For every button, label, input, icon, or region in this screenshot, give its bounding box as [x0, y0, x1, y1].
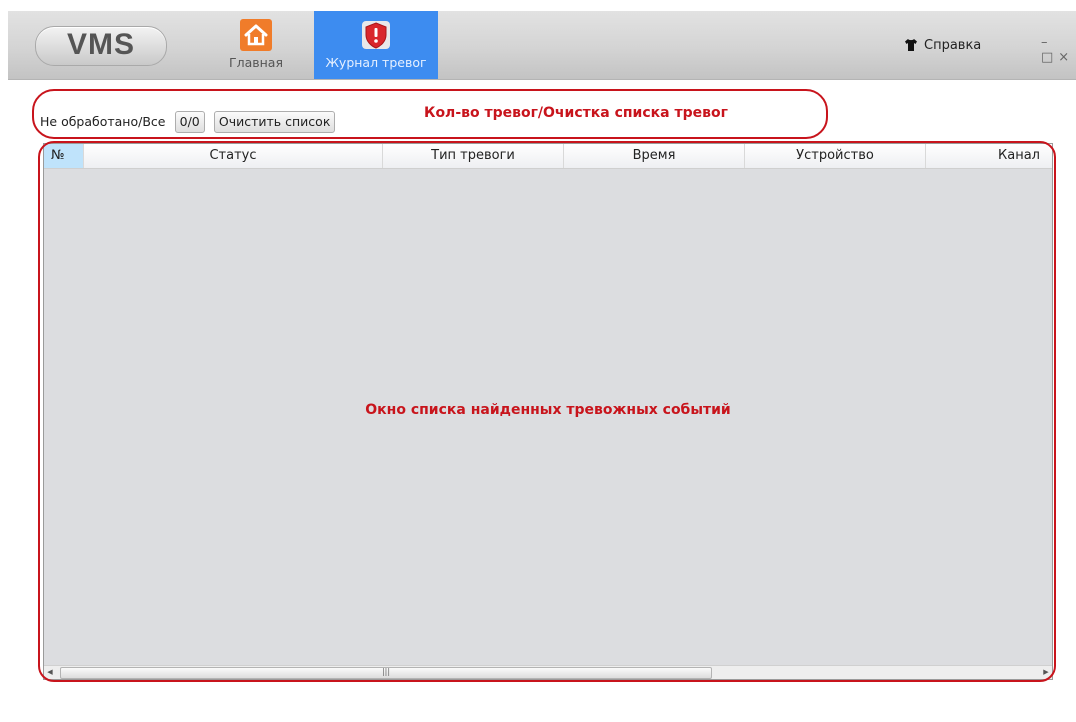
home-icon	[240, 19, 272, 51]
help-label: Справка	[924, 38, 982, 53]
scrollbar-thumb[interactable]: |||	[60, 667, 712, 679]
vms-window: VMS Главная Журнал тревог Справка –□ × Н…	[0, 0, 1076, 722]
scroll-left-arrow-icon[interactable]: ◀	[44, 666, 56, 679]
unprocessed-all-label: Не обработано/Все	[40, 114, 166, 129]
title-bar: VMS Главная Журнал тревог Справка –□ ×	[8, 11, 1076, 80]
column-header-channel[interactable]: Канал	[926, 144, 1052, 168]
nav-home-button[interactable]: Главная	[208, 11, 304, 79]
table-header: № Статус Тип тревоги Время Устройство Ка…	[44, 144, 1052, 169]
alarm-events-table: № Статус Тип тревоги Время Устройство Ка…	[43, 143, 1053, 680]
app-logo: VMS	[35, 26, 167, 66]
window-controls: –□ ×	[1038, 35, 1076, 65]
scroll-thumb-grip: |||	[381, 667, 391, 676]
minimize-button[interactable]: –	[1041, 35, 1050, 50]
maximize-button[interactable]: □	[1041, 50, 1055, 65]
clear-list-button[interactable]: Очистить список	[213, 111, 336, 133]
nav-alarm-log-button[interactable]: Журнал тревог	[314, 11, 438, 79]
alarm-toolbar: Не обработано/Все 0/0 Очистить список	[40, 110, 336, 134]
toolbar-annotation: Кол-во тревог/Очистка списка тревог	[424, 105, 728, 121]
alarm-counter-badge[interactable]: 0/0	[174, 111, 205, 133]
table-annotation: Окно списка найденных тревожных событий	[365, 402, 731, 418]
scroll-right-arrow-icon[interactable]: ▶	[1040, 666, 1052, 679]
nav-home-label: Главная	[229, 55, 283, 70]
column-header-alarm-type[interactable]: Тип тревоги	[383, 144, 564, 168]
close-button[interactable]: ×	[1058, 50, 1071, 65]
nav-alarm-log-label: Журнал тревог	[325, 55, 427, 70]
help-button[interactable]: Справка	[904, 36, 981, 56]
shirt-icon	[905, 39, 917, 51]
column-header-number[interactable]: №	[44, 144, 84, 168]
column-header-status[interactable]: Статус	[84, 144, 383, 168]
alarm-shield-icon	[362, 21, 390, 49]
horizontal-scrollbar[interactable]: ◀ ||| ▶	[44, 665, 1052, 679]
column-header-time[interactable]: Время	[564, 144, 745, 168]
column-header-device[interactable]: Устройство	[745, 144, 926, 168]
